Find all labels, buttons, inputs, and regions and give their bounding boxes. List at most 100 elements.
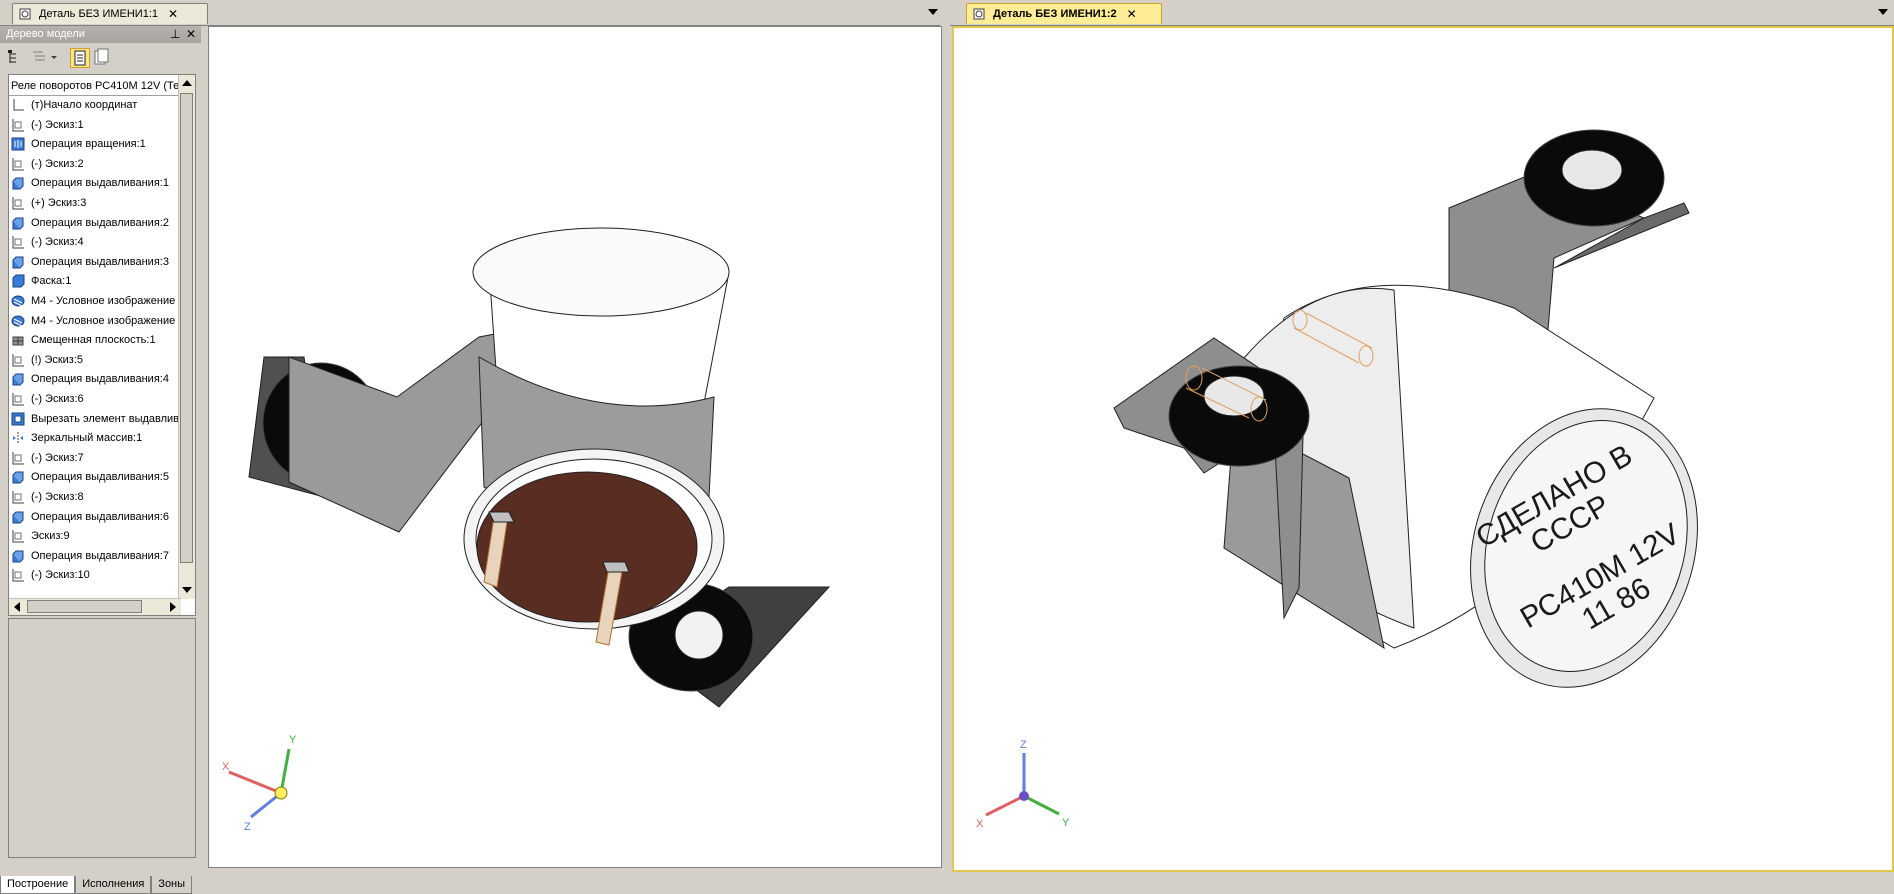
tree-item-label: Операция выдавливания:2 <box>31 216 169 229</box>
tree-item-label: Операция выдавливания:3 <box>31 255 169 268</box>
tree-item[interactable]: Вырезать элемент выдавлив <box>11 409 181 429</box>
tree-item[interactable]: (+) Эскиз:3 <box>11 193 181 213</box>
pin-icon[interactable]: ⊥ <box>170 26 180 43</box>
document-tree-icon <box>74 50 86 66</box>
properties-area <box>8 618 196 858</box>
tree-vertical-scrollbar[interactable] <box>178 75 195 599</box>
tree-horizontal-scrollbar[interactable] <box>9 598 181 615</box>
chamfer-icon <box>11 274 25 288</box>
tree-item[interactable]: Зеркальный массив:1 <box>11 428 181 448</box>
tree-item[interactable]: Операция выдавливания:2 <box>11 213 181 233</box>
tree-item[interactable]: Операция выдавливания:5 <box>11 467 181 487</box>
axis-z-label: Z <box>1020 739 1027 751</box>
show-tree-button[interactable] <box>70 48 90 68</box>
tab-window-2[interactable]: Деталь БЕЗ ИМЕНИ1:2 ✕ <box>966 3 1162 24</box>
tree-item-label: (-) Эскиз:10 <box>31 569 90 582</box>
document-list-icon <box>94 48 109 65</box>
window-list-dropdown-icon[interactable] <box>1878 9 1888 15</box>
tree-item-label: М4 - Условное изображение р <box>31 314 181 327</box>
tab-construction[interactable]: Построение <box>0 876 76 894</box>
tree-item[interactable]: (-) Эскиз:7 <box>11 448 181 468</box>
relay-base-plate <box>476 471 698 623</box>
back-rubber-grommet <box>1523 129 1665 227</box>
tree-item[interactable]: (-) Эскиз:4 <box>11 232 181 252</box>
tree-horizontal-scroll-thumb[interactable] <box>27 600 142 613</box>
tab-window-1[interactable]: Деталь БЕЗ ИМЕНИ1:1 ✕ <box>12 3 208 24</box>
tree-vertical-scroll-thumb[interactable] <box>180 93 193 563</box>
tree-item[interactable]: М4 - Условное изображение р <box>11 291 181 311</box>
tree-view-mode-button[interactable] <box>30 48 60 68</box>
relay-cylinder <box>463 227 730 630</box>
tab-window-1-title: Деталь БЕЗ ИМЕНИ1:1 <box>39 8 159 20</box>
tab-window-2-title: Деталь БЕЗ ИМЕНИ1:2 <box>993 8 1117 20</box>
tree-item[interactable]: (-) Эскиз:1 <box>11 115 181 135</box>
window-list-dropdown-icon[interactable] <box>928 9 938 15</box>
sketch-icon <box>11 353 25 367</box>
tree-item[interactable]: (-) Эскиз:10 <box>11 565 181 585</box>
axis-y-label: Y <box>289 734 297 746</box>
extrude-icon <box>11 176 25 190</box>
tree-item[interactable]: Фаска:1 <box>11 271 181 291</box>
front-rubber-grommet <box>1168 365 1310 467</box>
tree-view-icon <box>33 51 57 61</box>
panel-close-icon[interactable]: ✕ <box>186 26 196 43</box>
tree-root-item[interactable]: Реле поворотов РС410М 12V (Тел <box>9 77 183 96</box>
tab-executions[interactable]: Исполнения <box>75 876 152 894</box>
tree-item[interactable]: Операция выдавливания:7 <box>11 546 181 566</box>
tree-item[interactable]: Операция выдавливания:3 <box>11 252 181 272</box>
tree-item-label: (т)Начало координат <box>31 99 138 111</box>
extrude-icon <box>11 510 25 524</box>
relay-model-view-1: X Y Z <box>222 227 831 833</box>
sketch-icon <box>11 451 25 465</box>
tree-item[interactable]: (-) Эскиз:6 <box>11 389 181 409</box>
scroll-left-arrow-icon[interactable] <box>14 602 20 612</box>
tree-item[interactable]: Операция вращения:1 <box>11 134 181 154</box>
model-tree-panel: Дерево модели ⊥ ✕ Реле поворотов РС410М … <box>0 26 201 894</box>
part-document-icon <box>973 8 985 20</box>
axis-triad-2: Z X Y <box>976 739 1070 830</box>
scroll-up-arrow-icon[interactable] <box>182 80 192 86</box>
sketch-icon <box>11 490 25 504</box>
tree-item[interactable]: Операция выдавливания:4 <box>11 369 181 389</box>
extrude-icon <box>11 255 25 269</box>
tree-item[interactable]: Операция выдавливания:1 <box>11 173 181 193</box>
sketch-icon <box>11 196 25 210</box>
sketch-icon <box>11 235 25 249</box>
tabstrip-right: Деталь БЕЗ ИМЕНИ1:2 ✕ <box>950 0 1894 26</box>
tree-item-label: Операция выдавливания:5 <box>31 471 169 484</box>
tree-item[interactable]: Эскиз:9 <box>11 526 181 546</box>
viewport-1[interactable]: X Y Z <box>208 26 942 868</box>
tree-structure-icon <box>8 50 16 63</box>
tree-item[interactable]: М4 - Условное изображение р <box>11 311 181 331</box>
tree-item-label: (-) Эскиз:2 <box>31 157 84 170</box>
panel-titlebar: Дерево модели ⊥ ✕ <box>0 26 201 43</box>
tree-item[interactable]: (-) Эскиз:2 <box>11 154 181 174</box>
tree-item[interactable]: (!) Эскиз:5 <box>11 350 181 370</box>
axis-z-label: Z <box>244 821 251 833</box>
sketch-icon <box>11 529 25 543</box>
panel-bottom-tabs: Построение Исполнения Зоны <box>0 876 201 894</box>
close-window-1-icon[interactable]: ✕ <box>168 7 178 21</box>
thread-icon <box>11 294 25 308</box>
tree-item[interactable]: (т)Начало координат <box>11 95 181 115</box>
sketch-icon <box>11 568 25 582</box>
scroll-right-arrow-icon[interactable] <box>170 602 176 612</box>
origin-icon <box>11 98 25 112</box>
plane-icon <box>11 333 25 347</box>
tree-item[interactable]: (-) Эскиз:8 <box>11 487 181 507</box>
tree-item-label: Операция выдавливания:1 <box>31 177 169 190</box>
tree-item-label: Вырезать элемент выдавлив <box>31 412 180 425</box>
model-tree: Реле поворотов РС410М 12V (Тел (т)Начало… <box>8 74 196 616</box>
extrude-icon <box>11 549 25 563</box>
viewport-2[interactable]: СДЕЛАНО В СССР РС410М 12V 11 86 Z X Y <box>952 26 1894 872</box>
tree-item-label: (-) Эскиз:7 <box>31 451 84 464</box>
tree-item[interactable]: Операция выдавливания:6 <box>11 507 181 527</box>
tree-item[interactable]: Смещенная плоскость:1 <box>11 330 181 350</box>
tree-structure-button[interactable] <box>6 48 26 68</box>
tab-zones[interactable]: Зоны <box>151 876 193 894</box>
show-properties-button[interactable] <box>92 48 112 68</box>
tree-item-label: Операция выдавливания:4 <box>31 373 169 386</box>
tree-item-label: Смещенная плоскость:1 <box>31 334 156 347</box>
close-window-2-icon[interactable]: ✕ <box>1127 7 1137 21</box>
scroll-down-arrow-icon[interactable] <box>182 587 192 593</box>
